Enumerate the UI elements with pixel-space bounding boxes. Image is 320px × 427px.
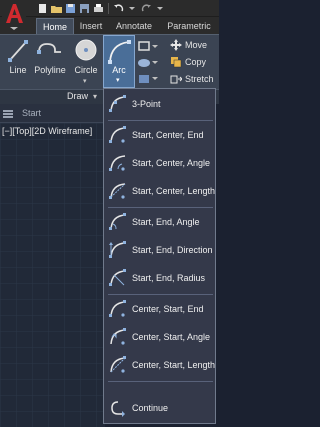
file-tab-bar: Start: [0, 104, 105, 123]
circle-tool-button[interactable]: Circle ▾: [69, 37, 103, 85]
move-label: Move: [185, 39, 208, 50]
file-tabs-menu-icon[interactable]: [3, 110, 13, 118]
menu-item-label: Start, Center, End: [132, 130, 204, 140]
new-file-icon[interactable]: [36, 2, 49, 15]
tab-home[interactable]: Home: [36, 18, 74, 34]
undo-dropdown-icon[interactable]: [126, 2, 139, 15]
menu-item-continue[interactable]: Continue: [104, 395, 215, 423]
menu-item-label: Start, Center, Length: [132, 186, 216, 196]
menu-item-label: Start, End, Direction: [132, 245, 213, 255]
application-menu-button[interactable]: [2, 1, 26, 31]
copy-icon: [171, 56, 182, 67]
arc-start-center-length-icon: [109, 183, 126, 199]
menu-separator: [108, 120, 213, 121]
open-folder-icon[interactable]: [50, 2, 63, 15]
print-icon[interactable]: [92, 2, 105, 15]
menu-separator: [108, 381, 213, 382]
move-button[interactable]: Move: [170, 37, 207, 52]
tab-annotate[interactable]: Annotate: [111, 18, 157, 34]
menu-item-3-point[interactable]: 3-Point: [104, 91, 215, 119]
arc-icon: [108, 40, 131, 64]
arc-start-center-angle-icon: [109, 155, 126, 171]
menu-item-label: Continue: [132, 403, 169, 413]
menu-item-center-start-length[interactable]: Center, Start, Length: [104, 352, 215, 380]
menu-item-label: Center, Start, End: [132, 304, 204, 314]
redo-icon[interactable]: [140, 2, 153, 15]
menu-item-center-start-angle[interactable]: Center, Start, Angle: [104, 324, 215, 352]
menu-item-label: 3-Point: [132, 99, 161, 109]
stretch-icon: [170, 75, 182, 83]
menu-separator: [108, 294, 213, 295]
qat-separator: [108, 3, 109, 14]
arc-start-end-angle-icon: [109, 213, 126, 230]
arc-dropdown-icon[interactable]: ▾: [116, 76, 120, 84]
menu-item-start-end-angle[interactable]: Start, End, Angle: [104, 209, 215, 237]
arc-start-end-radius-icon: [109, 269, 126, 286]
title-bar: [0, 0, 219, 17]
polyline-tool-button[interactable]: Polyline: [31, 37, 69, 79]
drawing-viewport[interactable]: [−][Top][2D Wireframe]: [0, 123, 105, 427]
arc-tool-button[interactable]: Arc ▾: [103, 35, 135, 88]
draw-panel-expand-icon[interactable]: ▾: [93, 92, 97, 101]
circle-label: Circle: [74, 65, 98, 75]
line-label: Line: [9, 65, 27, 75]
redo-dropdown-icon[interactable]: [154, 2, 167, 15]
copy-button[interactable]: Copy: [170, 54, 206, 69]
line-icon: [5, 38, 31, 64]
copy-label: Copy: [185, 56, 207, 67]
arc-start-end-direction-icon: [109, 241, 126, 258]
arc-label: Arc: [112, 65, 126, 75]
ribbon-tabs: Home Insert Annotate Parametric: [0, 17, 219, 34]
tab-start[interactable]: Start: [22, 108, 41, 118]
arc-center-start-length-icon: [110, 356, 126, 373]
arc-center-start-angle-icon: [110, 328, 126, 345]
menu-item-start-end-radius[interactable]: Start, End, Radius: [104, 265, 215, 293]
menu-item-label: Center, Start, Length: [132, 360, 216, 370]
circle-dropdown-icon[interactable]: ▾: [83, 77, 87, 85]
menu-item-center-start-end[interactable]: Center, Start, End: [104, 296, 215, 324]
line-tool-button[interactable]: Line: [1, 37, 35, 79]
menu-item-label: Start, End, Angle: [132, 217, 200, 227]
menu-item-label: Center, Start, Angle: [132, 332, 211, 342]
menu-item-start-center-end[interactable]: Start, Center, End: [104, 122, 215, 150]
save-icon[interactable]: [64, 2, 77, 15]
draw-panel-title: Draw: [67, 91, 89, 101]
stretch-button[interactable]: Stretch: [170, 71, 214, 86]
menu-item-start-center-angle[interactable]: Start, Center, Angle: [104, 150, 215, 178]
tab-insert[interactable]: Insert: [76, 18, 106, 34]
menu-item-label: Start, End, Radius: [132, 273, 206, 283]
arc-start-center-end-icon: [109, 126, 126, 143]
quick-access-toolbar: [36, 2, 167, 15]
menu-item-start-center-length[interactable]: Start, Center, Length: [104, 178, 215, 206]
menu-item-label: Start, Center, Angle: [132, 158, 211, 168]
menu-separator: [108, 207, 213, 208]
circle-icon: [73, 38, 99, 64]
stretch-label: Stretch: [185, 73, 214, 84]
arc-center-start-end-icon: [109, 300, 126, 317]
polyline-icon: [37, 38, 63, 64]
arc-dropdown-menu: 3-Point Start, Center, End Start, Center…: [103, 88, 216, 424]
arc-3-point-icon: [109, 95, 126, 112]
undo-icon[interactable]: [112, 2, 125, 15]
menu-item-start-end-direction[interactable]: Start, End, Direction: [104, 237, 215, 265]
rectangle-tool-button[interactable]: [137, 40, 159, 54]
gradient-tool-button[interactable]: [137, 72, 159, 86]
move-icon: [170, 38, 182, 51]
save-as-icon[interactable]: [78, 2, 91, 15]
viewport-controls-label[interactable]: [−][Top][2D Wireframe]: [2, 126, 92, 136]
grid: [0, 123, 105, 427]
hatch-tool-button[interactable]: [137, 56, 159, 70]
tab-parametric[interactable]: Parametric: [162, 18, 216, 34]
arc-continue-icon: [111, 401, 125, 417]
polyline-label: Polyline: [34, 65, 66, 75]
